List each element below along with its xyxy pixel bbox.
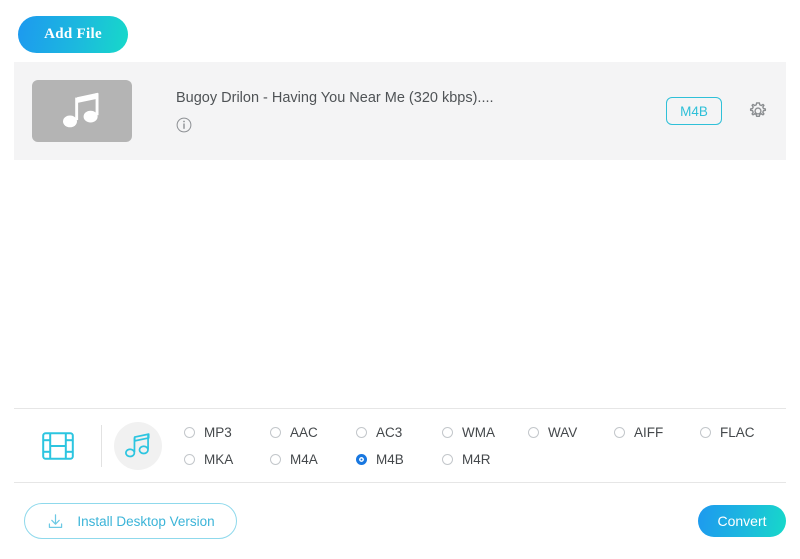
audio-format-tab[interactable] [114, 421, 162, 470]
install-desktop-version-button[interactable]: Install Desktop Version [24, 503, 237, 539]
format-option-ac3[interactable]: AC3 [356, 425, 442, 440]
radio-indicator [700, 426, 711, 438]
format-option-wav[interactable]: WAV [528, 425, 614, 440]
radio-indicator [442, 453, 453, 465]
format-option-flac[interactable]: FLAC [700, 425, 786, 440]
download-icon [49, 513, 63, 528]
format-option-label: M4R [462, 451, 491, 467]
format-option-wma[interactable]: WMA [442, 425, 528, 440]
format-radio-group: MP3 AAC AC3 WMA WAV AIFF FLAC MKA M4A M4… [184, 419, 786, 473]
radio-indicator [184, 453, 195, 465]
file-name-label: Bugoy Drilon - Having You Near Me (320 k… [176, 90, 494, 106]
format-option-label: AC3 [376, 424, 403, 440]
add-file-area: Add File [18, 16, 128, 53]
format-option-m4r[interactable]: M4R [442, 452, 528, 467]
format-selection-bar: MP3 AAC AC3 WMA WAV AIFF FLAC MKA M4A M4… [14, 409, 786, 482]
format-option-aac[interactable]: AAC [270, 425, 356, 440]
file-row-controls: M4B [666, 97, 770, 125]
format-option-label: MKA [204, 451, 234, 467]
format-option-mp3[interactable]: MP3 [184, 425, 270, 440]
add-file-button[interactable]: Add File [18, 16, 128, 53]
radio-indicator [270, 453, 281, 465]
tab-separator [101, 424, 102, 467]
music-note-icon [63, 92, 99, 128]
radio-indicator [184, 426, 195, 438]
radio-indicator [528, 426, 539, 438]
music-note-icon [124, 432, 150, 457]
format-option-m4b[interactable]: M4B [356, 452, 442, 467]
radio-indicator [356, 426, 367, 438]
format-option-label: M4A [290, 451, 318, 467]
file-list: Bugoy Drilon - Having You Near Me (320 k… [14, 62, 786, 160]
film-strip-icon [41, 431, 74, 460]
format-option-label: WAV [548, 424, 578, 440]
format-option-mka[interactable]: MKA [184, 452, 270, 467]
format-option-m4a[interactable]: M4A [270, 452, 356, 467]
format-option-label: M4B [376, 451, 404, 467]
file-details: Bugoy Drilon - Having You Near Me (320 k… [176, 89, 666, 133]
format-option-label: AIFF [634, 424, 664, 440]
audio-converter-app: Add File Bugoy Drilon - Having You Near … [0, 0, 800, 559]
video-format-tab[interactable] [30, 430, 85, 462]
format-option-label: WMA [462, 424, 495, 440]
info-circle-icon[interactable] [176, 117, 192, 133]
format-option-label: MP3 [204, 424, 232, 440]
convert-button[interactable]: Convert [698, 505, 786, 537]
file-thumbnail [32, 80, 132, 142]
radio-indicator [270, 426, 281, 438]
file-list-item[interactable]: Bugoy Drilon - Having You Near Me (320 k… [14, 62, 786, 160]
radio-indicator [614, 426, 625, 438]
radio-indicator [442, 426, 453, 438]
format-option-aiff[interactable]: AIFF [614, 425, 700, 440]
radio-indicator-selected [356, 453, 367, 465]
output-format-badge[interactable]: M4B [666, 97, 722, 125]
format-option-label: AAC [290, 424, 318, 440]
format-option-label: FLAC [720, 424, 755, 440]
file-settings-button[interactable] [746, 99, 770, 123]
install-button-label: Install Desktop Version [77, 513, 215, 529]
gear-icon [749, 102, 767, 118]
format-bar-bottom-divider [14, 482, 786, 483]
